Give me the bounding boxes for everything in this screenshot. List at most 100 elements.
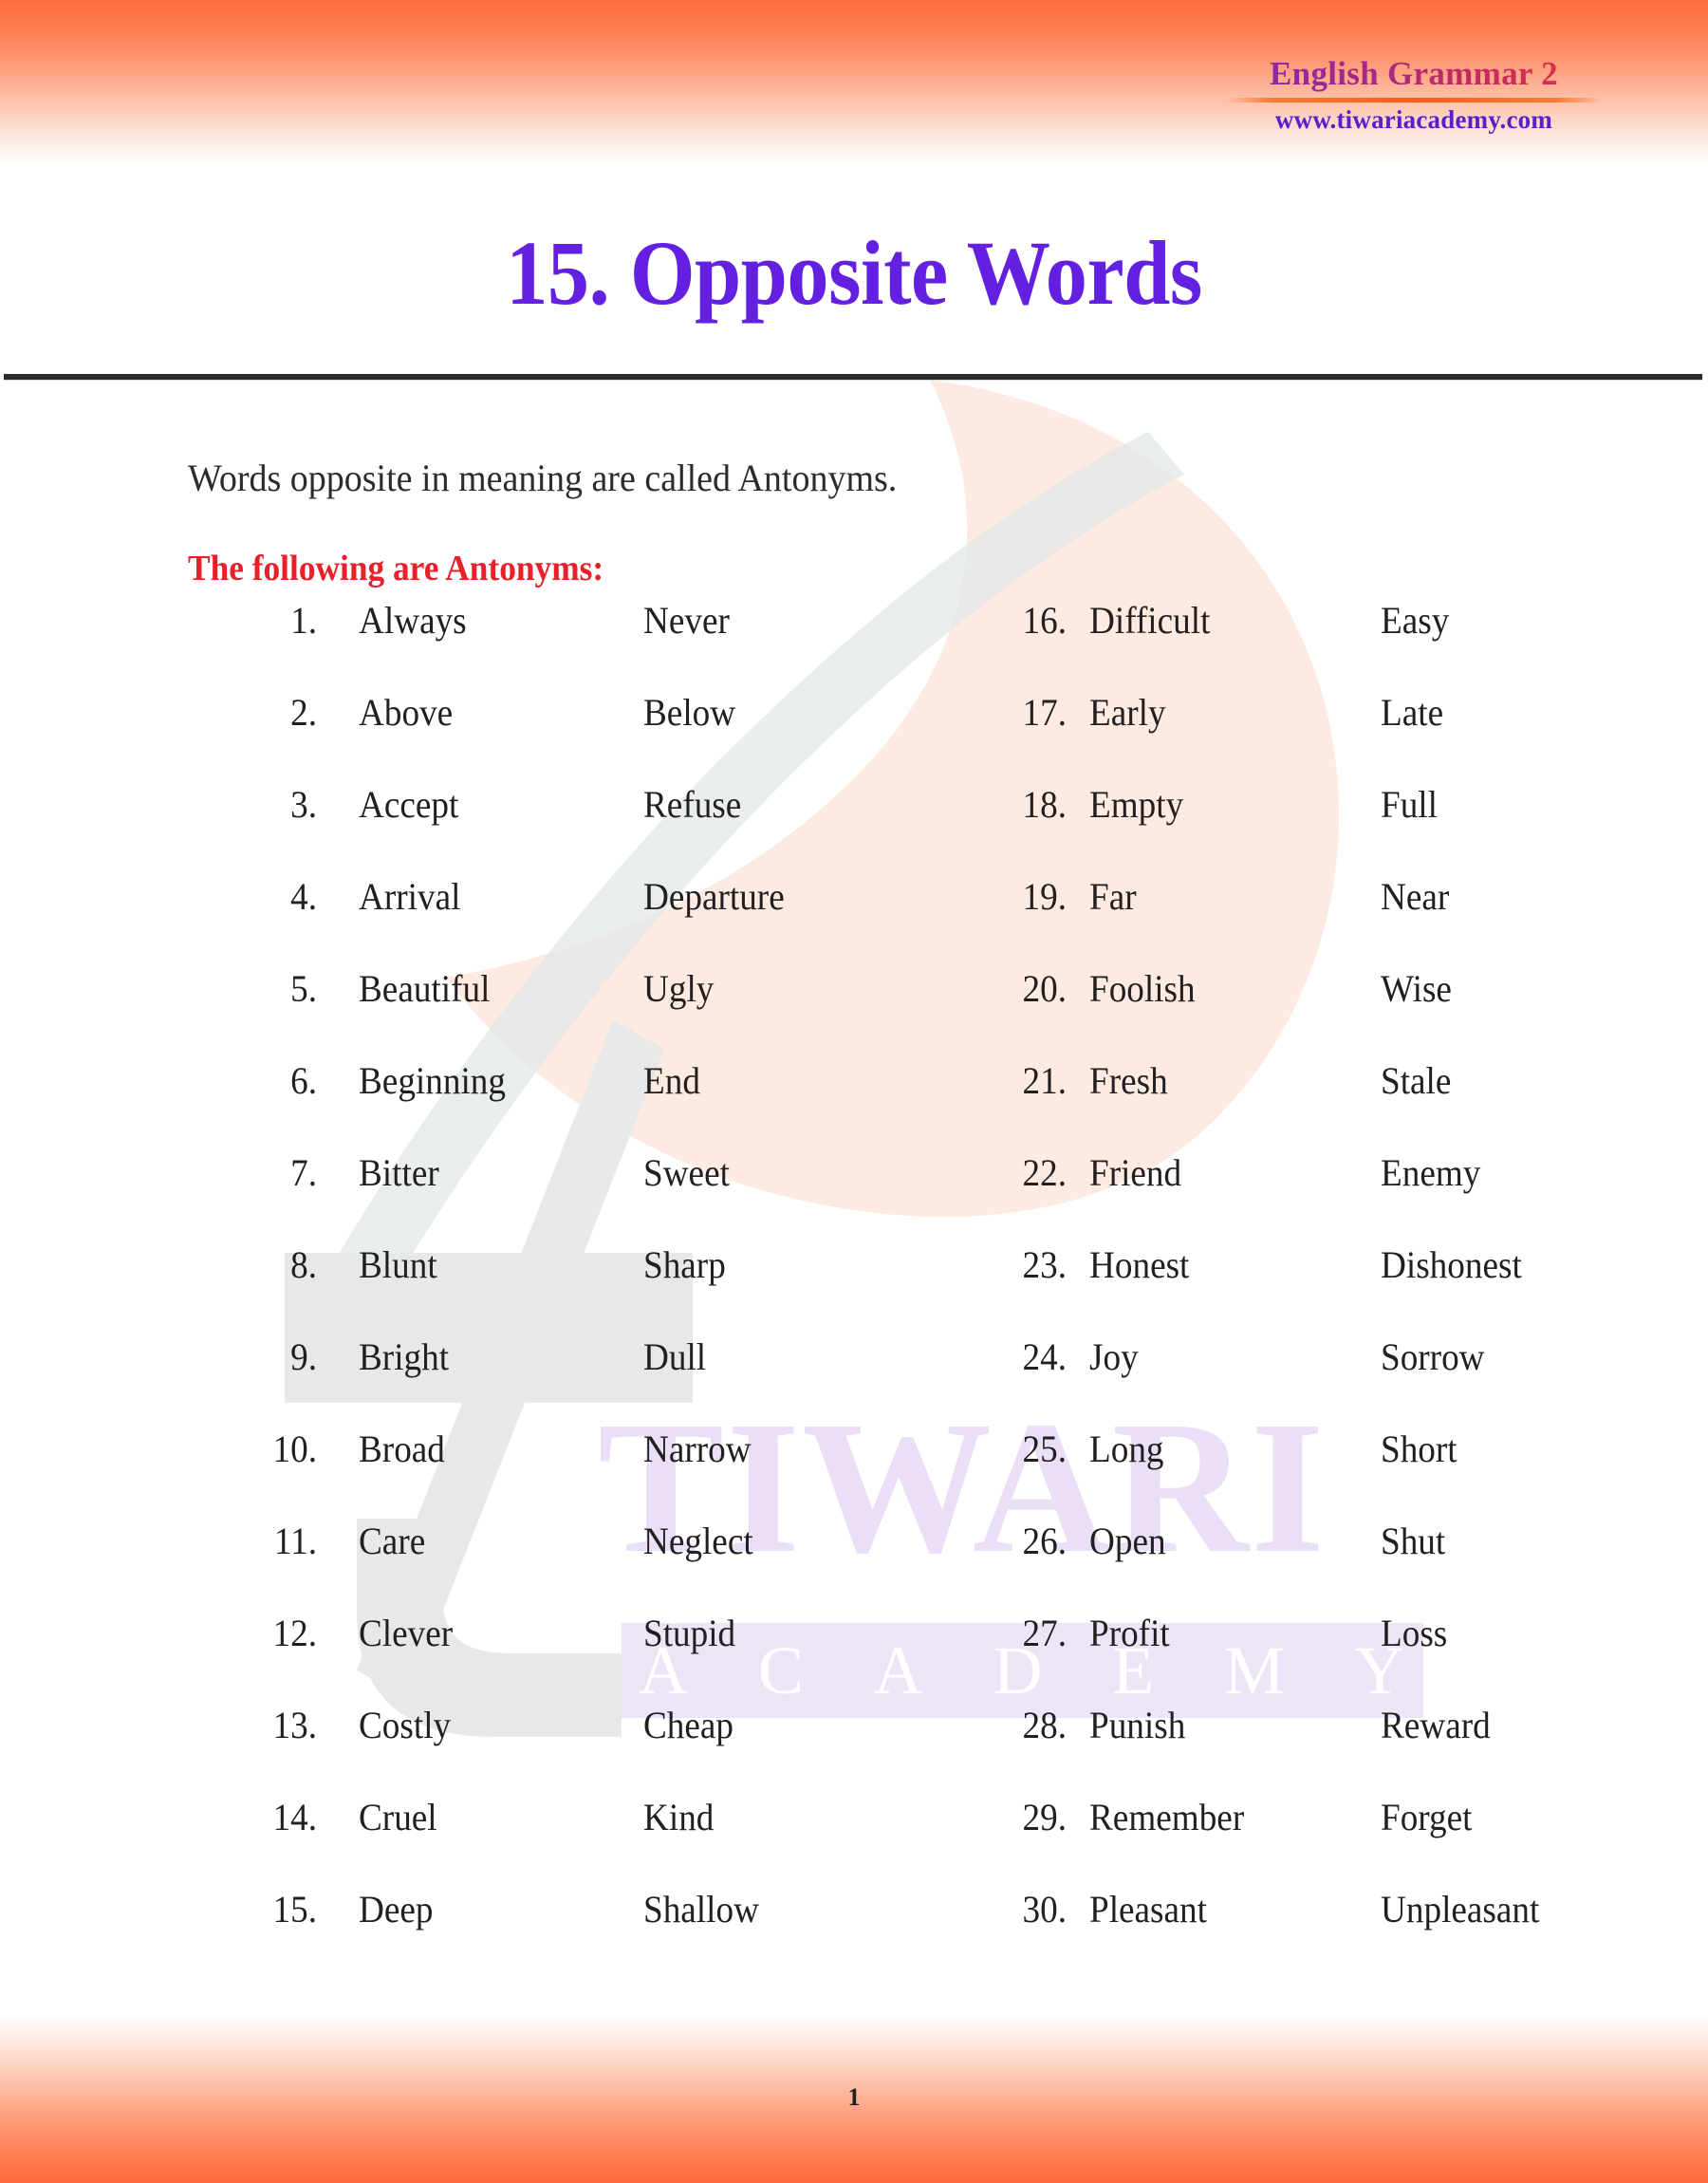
table-row: 4. Arrival Departure 19. Far Near	[0, 874, 1708, 966]
word: Bitter	[359, 1151, 439, 1194]
opposite-word: Sweet	[643, 1151, 730, 1194]
word: Deep	[359, 1888, 434, 1931]
opposite-word: Late	[1381, 691, 1444, 734]
word: Remember	[1089, 1796, 1245, 1838]
word: Cruel	[359, 1796, 437, 1838]
list-number: 1.	[290, 599, 317, 642]
word: Early	[1089, 691, 1166, 734]
section-heading: The following are Antonyms:	[188, 549, 604, 588]
opposite-word: Dull	[643, 1335, 707, 1378]
list-number: 21.	[1022, 1059, 1068, 1102]
list-number: 5.	[290, 967, 317, 1010]
word: Accept	[359, 783, 459, 826]
table-row: 6. Beginning End 21. Fresh Stale	[0, 1058, 1708, 1150]
table-row: 11. Care Neglect 26. Open Shut	[0, 1519, 1708, 1611]
list-number: 27.	[1022, 1612, 1068, 1654]
table-row: 1. Always Never 16. Difficult Easy	[0, 598, 1708, 690]
list-number: 28.	[1022, 1704, 1068, 1746]
antonyms-list: 1. Always Never 16. Difficult Easy 2. Ab…	[0, 598, 1708, 1979]
opposite-word: Easy	[1381, 599, 1450, 642]
table-row: 15. Deep Shallow 30. Pleasant Unpleasant	[0, 1887, 1708, 1979]
word: Far	[1089, 875, 1137, 918]
page-number: 1	[847, 2083, 861, 2111]
opposite-word: Refuse	[643, 783, 742, 826]
table-row: 7. Bitter Sweet 22. Friend Enemy	[0, 1150, 1708, 1242]
list-number: 29.	[1022, 1796, 1068, 1838]
word: Fresh	[1089, 1059, 1168, 1102]
opposite-word: Sorrow	[1381, 1335, 1485, 1378]
word: Joy	[1089, 1335, 1139, 1378]
list-number: 9.	[290, 1335, 317, 1378]
document-page: TIWARI A C A D E M Y English Grammar 2 w…	[0, 0, 1708, 2183]
brand-underline-rule	[1226, 97, 1602, 103]
list-number: 23.	[1022, 1243, 1068, 1286]
header-brand-block: English Grammar 2 www.tiwariacademy.com	[1215, 56, 1613, 135]
word: Profit	[1089, 1612, 1170, 1654]
list-number: 12.	[272, 1612, 318, 1654]
list-number: 20.	[1022, 967, 1068, 1010]
opposite-word: Departure	[643, 875, 785, 918]
opposite-word: Wise	[1381, 967, 1452, 1010]
list-number: 25.	[1022, 1427, 1068, 1470]
word: Clever	[359, 1612, 454, 1654]
opposite-word: Stupid	[643, 1612, 736, 1654]
list-number: 19.	[1022, 875, 1068, 918]
word: Honest	[1089, 1243, 1190, 1286]
opposite-word: Narrow	[643, 1427, 752, 1470]
word: Long	[1089, 1427, 1164, 1470]
opposite-word: Ugly	[643, 967, 715, 1010]
opposite-word: Reward	[1381, 1704, 1491, 1746]
word: Costly	[359, 1704, 452, 1746]
opposite-word: Forget	[1381, 1796, 1473, 1838]
table-row: 13. Costly Cheap 28. Punish Reward	[0, 1703, 1708, 1795]
list-number: 6.	[290, 1059, 317, 1102]
list-number: 8.	[290, 1243, 317, 1286]
brand-website-url[interactable]: www.tiwariacademy.com	[1215, 105, 1613, 135]
list-number: 16.	[1022, 599, 1068, 642]
word: Pleasant	[1089, 1888, 1207, 1931]
list-number: 10.	[272, 1427, 318, 1470]
opposite-word: Unpleasant	[1381, 1888, 1540, 1931]
intro-paragraph: Words opposite in meaning are called Ant…	[188, 457, 898, 499]
table-row: 14. Cruel Kind 29. Remember Forget	[0, 1795, 1708, 1887]
list-number: 26.	[1022, 1520, 1068, 1562]
title-divider-rule	[4, 374, 1702, 381]
word: Bright	[359, 1335, 450, 1378]
word: Empty	[1089, 783, 1184, 826]
opposite-word: Shallow	[643, 1888, 759, 1931]
list-number: 14.	[272, 1796, 318, 1838]
word: Above	[359, 691, 454, 734]
opposite-word: Full	[1381, 783, 1438, 826]
word: Open	[1089, 1520, 1166, 1562]
list-number: 24.	[1022, 1335, 1068, 1378]
list-number: 22.	[1022, 1151, 1068, 1194]
list-number: 7.	[290, 1151, 317, 1194]
list-number: 3.	[290, 783, 317, 826]
opposite-word: Never	[643, 599, 730, 642]
word: Always	[359, 599, 467, 642]
opposite-word: Stale	[1381, 1059, 1452, 1102]
word: Foolish	[1089, 967, 1196, 1010]
opposite-word: Cheap	[643, 1704, 734, 1746]
list-number: 15.	[272, 1888, 318, 1931]
word: Arrival	[359, 875, 461, 918]
word: Care	[359, 1520, 426, 1562]
table-row: 2. Above Below 17. Early Late	[0, 690, 1708, 782]
table-row: 5. Beautiful Ugly 20. Foolish Wise	[0, 966, 1708, 1058]
opposite-word: Kind	[643, 1796, 715, 1838]
opposite-word: Sharp	[643, 1243, 726, 1286]
word: Punish	[1089, 1704, 1186, 1746]
opposite-word: Short	[1381, 1427, 1457, 1470]
word: Beautiful	[359, 967, 491, 1010]
word: Beginning	[359, 1059, 507, 1102]
word: Difficult	[1089, 599, 1211, 642]
table-row: 9. Bright Dull 24. Joy Sorrow	[0, 1334, 1708, 1427]
list-number: 11.	[273, 1520, 317, 1562]
word: Friend	[1089, 1151, 1182, 1194]
list-number: 17.	[1022, 691, 1068, 734]
list-number: 30.	[1022, 1888, 1068, 1931]
list-number: 4.	[290, 875, 317, 918]
list-number: 2.	[290, 691, 317, 734]
page-title: 15. Opposite Words	[506, 222, 1202, 324]
list-number: 18.	[1022, 783, 1068, 826]
